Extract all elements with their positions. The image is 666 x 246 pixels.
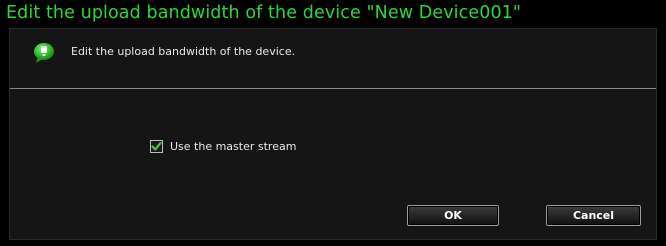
master-stream-label: Use the master stream bbox=[170, 139, 297, 153]
edit-bandwidth-dialog: Edit the upload bandwidth of the device … bbox=[0, 0, 666, 246]
checkmark-icon bbox=[151, 141, 162, 151]
dialog-title: Edit the upload bandwidth of the device … bbox=[6, 3, 522, 23]
ok-button[interactable]: OK bbox=[407, 205, 499, 226]
dialog-panel: Edit the upload bandwidth of the device.… bbox=[9, 28, 657, 240]
cancel-button[interactable]: Cancel bbox=[546, 205, 641, 226]
dialog-header: Edit the upload bandwidth of the device. bbox=[10, 29, 656, 87]
master-stream-option[interactable]: Use the master stream bbox=[150, 138, 296, 154]
header-divider bbox=[10, 88, 656, 89]
master-stream-checkbox[interactable] bbox=[150, 139, 163, 153]
info-bubble-icon bbox=[33, 42, 55, 64]
dialog-description: Edit the upload bandwidth of the device. bbox=[71, 45, 296, 58]
